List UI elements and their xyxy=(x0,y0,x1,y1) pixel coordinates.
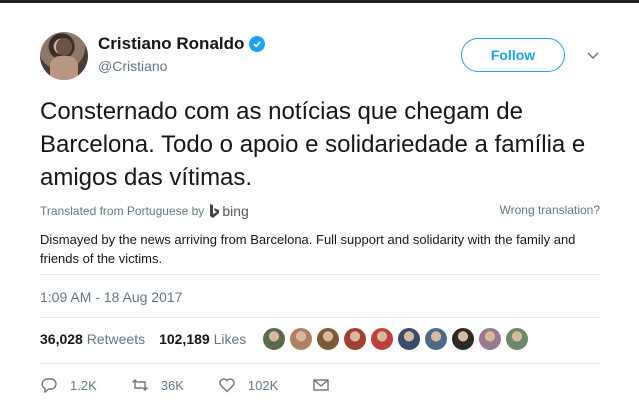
reply-button[interactable]: 1.2K xyxy=(40,376,97,394)
translation-bar: Translated from Portuguese by bing Wrong… xyxy=(40,203,600,221)
envelope-icon xyxy=(313,379,329,391)
tweet-stats: 36,028 Retweets 102,189 Likes xyxy=(40,331,246,347)
retweets-label: Retweets xyxy=(86,331,146,347)
liker-avatar[interactable] xyxy=(424,327,448,351)
liker-avatar[interactable] xyxy=(478,327,502,351)
display-name[interactable]: Cristiano Ronaldo xyxy=(98,34,266,54)
retweet-icon xyxy=(131,379,148,391)
retweet-button[interactable]: 36K xyxy=(131,376,184,394)
divider xyxy=(40,274,600,275)
user-info: Cristiano Ronaldo @Cristiano xyxy=(98,34,266,74)
liker-avatars xyxy=(262,327,529,351)
tweet-text: Consternado com as notícias que chegam d… xyxy=(40,98,586,191)
retweets-stat[interactable]: 36,028 Retweets xyxy=(40,331,145,347)
verified-badge-icon xyxy=(249,36,266,52)
liker-avatar[interactable] xyxy=(343,327,367,351)
liker-avatar[interactable] xyxy=(505,327,529,351)
likes-label: Likes xyxy=(213,331,247,347)
liker-avatar[interactable] xyxy=(397,327,421,351)
bing-icon xyxy=(210,204,220,218)
like-button[interactable]: 102K xyxy=(218,376,278,394)
liker-avatar[interactable] xyxy=(370,327,394,351)
bing-logo[interactable]: bing xyxy=(209,203,249,219)
translation-text: Dismayed by the news arriving from Barce… xyxy=(40,232,576,266)
liker-avatar[interactable] xyxy=(316,327,340,351)
liker-avatar[interactable] xyxy=(289,327,313,351)
direct-message-button[interactable] xyxy=(312,376,330,394)
tweet-timestamp[interactable]: 1:09 AM - 18 Aug 2017 xyxy=(40,289,182,305)
like-count: 102K xyxy=(247,377,279,393)
top-border xyxy=(0,0,639,3)
liker-avatar[interactable] xyxy=(451,327,475,351)
bing-text: bing xyxy=(222,203,249,219)
likes-count: 102,189 xyxy=(159,331,210,347)
tweet-actions: 1.2K 36K 102K xyxy=(40,376,364,394)
translated-from-label: Translated from Portuguese by xyxy=(40,204,205,218)
wrong-translation-link[interactable]: Wrong translation? xyxy=(500,203,601,217)
avatar-torso xyxy=(50,56,78,80)
liker-avatar[interactable] xyxy=(262,327,286,351)
tweet-header: Cristiano Ronaldo @Cristiano Follow xyxy=(40,32,610,82)
reply-count: 1.2K xyxy=(70,377,97,393)
user-handle[interactable]: @Cristiano xyxy=(98,58,265,74)
divider xyxy=(40,363,600,364)
follow-button[interactable]: Follow xyxy=(461,38,565,72)
likes-stat[interactable]: 102,189 Likes xyxy=(159,331,246,347)
avatar-head xyxy=(56,38,72,56)
chevron-down-icon[interactable] xyxy=(586,48,600,62)
divider xyxy=(40,317,600,318)
translation-source: Translated from Portuguese by bing xyxy=(40,203,249,219)
heart-icon xyxy=(219,378,235,393)
reply-icon xyxy=(41,378,57,394)
retweet-count: 36K xyxy=(160,377,184,393)
display-name-text[interactable]: Cristiano Ronaldo xyxy=(98,34,244,54)
avatar[interactable] xyxy=(40,32,88,80)
retweets-count: 36,028 xyxy=(40,331,83,347)
